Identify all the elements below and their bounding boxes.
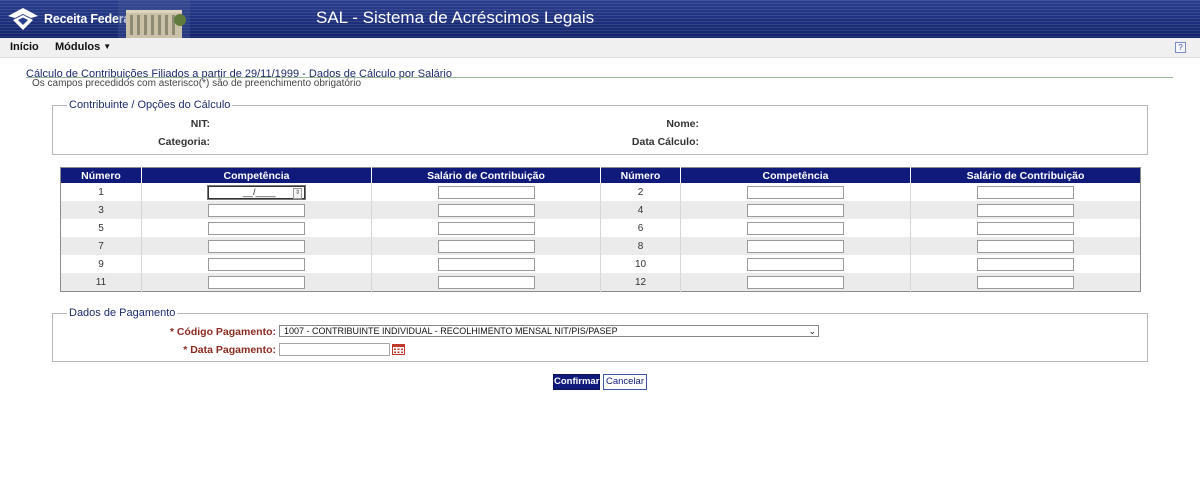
row-number: 9 [60, 255, 142, 273]
table-row: 1 __/____ ⇕ 2 [60, 183, 1141, 201]
salario-input[interactable] [977, 239, 1074, 253]
salario-grid: Número Competência Salário de Contribuiç… [60, 167, 1141, 292]
row-number: 7 [60, 237, 142, 255]
app-header: Receita Federal SAL - Sistema de Acrésci… [0, 0, 1200, 38]
building-image [118, 0, 190, 38]
menu-item-label: Módulos [55, 41, 101, 53]
header-competencia-left: Competência [141, 167, 372, 183]
calendar-icon[interactable] [392, 344, 405, 355]
row-number: 2 [600, 183, 681, 201]
salario-input[interactable] [977, 257, 1074, 271]
chevron-down-icon: ▼ [103, 42, 112, 51]
menu-item-label: Início [10, 41, 39, 53]
table-row: 3 4 [60, 201, 1141, 219]
header-salario-right: Salário de Contribuição [910, 167, 1141, 183]
row-number: 10 [600, 255, 681, 273]
table-row: 11 12 [60, 273, 1141, 292]
header-numero-left: Número [60, 167, 142, 183]
chevron-down-icon: ⌄ [808, 326, 816, 336]
menu-item-modulos[interactable]: Módulos ▼ [55, 41, 111, 53]
competencia-input[interactable] [208, 221, 305, 235]
codigo-pagamento-value: 1007 - CONTRIBUINTE INDIVIDUAL - RECOLHI… [284, 326, 618, 336]
codigo-pagamento-select[interactable]: 1007 - CONTRIBUINTE INDIVIDUAL - RECOLHI… [279, 325, 819, 337]
nit-label: NIT: [190, 118, 210, 130]
competencia-mask: __/____ [243, 186, 276, 197]
salario-input[interactable] [437, 185, 535, 199]
header-numero-right: Número [600, 167, 681, 183]
help-icon[interactable]: ? [1175, 42, 1186, 53]
salario-input[interactable] [437, 203, 535, 217]
competencia-input[interactable] [747, 257, 844, 271]
row-number: 5 [60, 219, 142, 237]
salario-input[interactable] [437, 239, 535, 253]
competencia-input[interactable] [747, 185, 844, 199]
salario-input[interactable] [977, 203, 1074, 217]
spinner-icon[interactable]: ⇕ [293, 187, 302, 199]
data-calculo-label: Data Cálculo: [631, 136, 699, 148]
receita-federal-logo[interactable]: Receita Federal [6, 4, 134, 34]
pagamento-legend: Dados de Pagamento [67, 307, 178, 319]
salario-input[interactable] [437, 275, 535, 289]
salario-input[interactable] [437, 257, 535, 271]
menu-bar: Início Módulos ▼ ? [0, 38, 1200, 58]
row-number: 8 [600, 237, 681, 255]
contribuinte-legend: Contribuinte / Opções do Cálculo [67, 99, 233, 111]
codigo-pagamento-label: * Código Pagamento: [169, 326, 276, 338]
competencia-input[interactable]: __/____ ⇕ [207, 184, 306, 200]
table-row: 5 6 [60, 219, 1141, 237]
grid-header-row: Número Competência Salário de Contribuiç… [60, 167, 1141, 183]
contribuinte-fieldset: Contribuinte / Opções do Cálculo NIT: No… [52, 99, 1148, 155]
header-salario-left: Salário de Contribuição [371, 167, 601, 183]
table-row: 9 10 [60, 255, 1141, 273]
confirm-button[interactable]: Confirmar [553, 374, 600, 390]
salario-input[interactable] [437, 221, 535, 235]
competencia-input[interactable] [208, 257, 305, 271]
competencia-input[interactable] [208, 203, 305, 217]
data-pagamento-label: * Data Pagamento: [183, 344, 276, 356]
competencia-input[interactable] [747, 275, 844, 289]
categoria-label: Categoria: [158, 136, 210, 148]
row-number: 12 [600, 273, 681, 292]
competencia-input[interactable] [747, 221, 844, 235]
salario-input[interactable] [977, 221, 1074, 235]
salario-input[interactable] [977, 185, 1074, 199]
menu-item-inicio[interactable]: Início [10, 41, 39, 53]
row-number: 6 [600, 219, 681, 237]
salario-input[interactable] [977, 275, 1074, 289]
table-row: 7 8 [60, 237, 1141, 255]
row-number: 4 [600, 201, 681, 219]
app-title: SAL - Sistema de Acréscimos Legais [316, 8, 595, 27]
cancel-button[interactable]: Cancelar [603, 374, 647, 390]
eagle-icon [8, 8, 38, 30]
header-competencia-right: Competência [680, 167, 911, 183]
competencia-input[interactable] [208, 239, 305, 253]
row-number: 11 [60, 273, 142, 292]
row-number: 3 [60, 201, 142, 219]
competencia-input[interactable] [747, 239, 844, 253]
competencia-input[interactable] [208, 275, 305, 289]
nome-label: Nome: [666, 118, 699, 130]
data-pagamento-input[interactable] [279, 343, 390, 356]
competencia-input[interactable] [747, 203, 844, 217]
page-subtitle: Os campos precedidos com asterisco(*) sã… [32, 78, 362, 89]
row-number: 1 [60, 183, 142, 201]
